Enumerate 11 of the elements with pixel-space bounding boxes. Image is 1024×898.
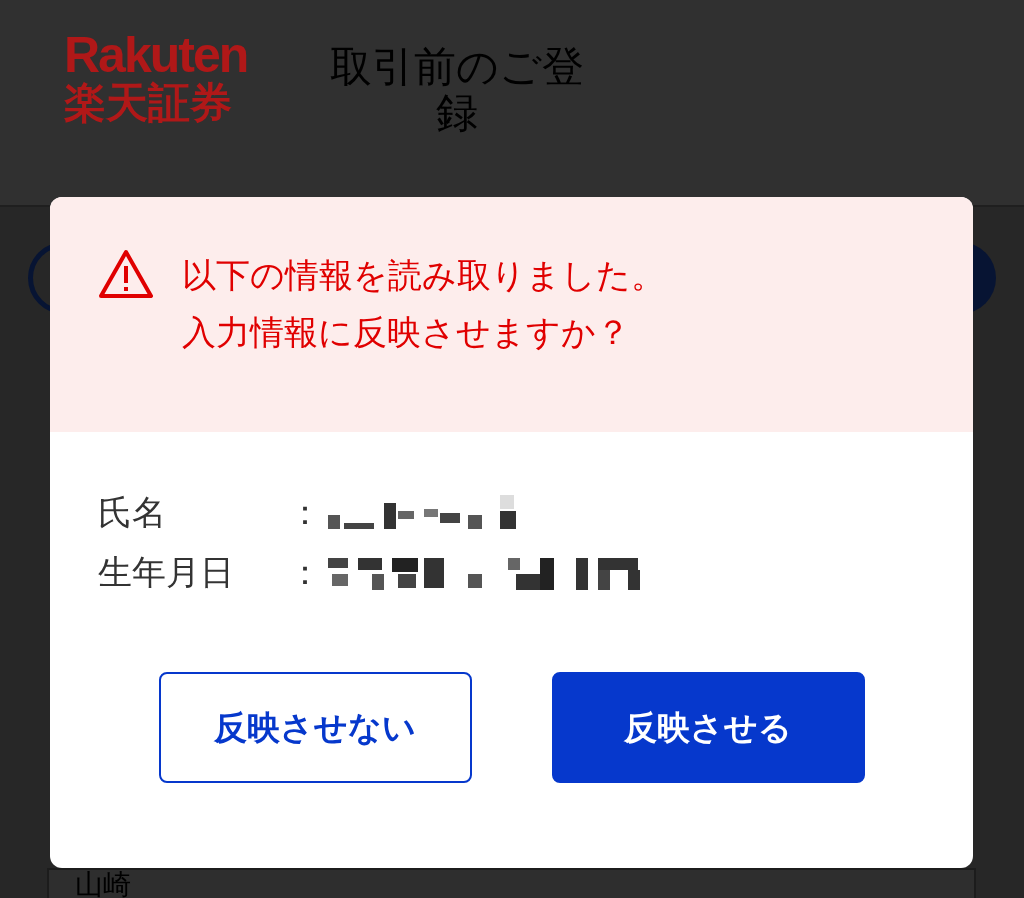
field-label: 生年月日 <box>98 550 235 594</box>
logo-name: 楽天証券 <box>64 80 233 127</box>
logo-wordmark: Rakuten <box>64 30 248 80</box>
field-label: 氏名 <box>98 490 167 534</box>
apply-button[interactable]: 反映させる <box>551 672 865 783</box>
alert-message: 入力情報に反映させますか？ <box>182 311 631 355</box>
alert-message: 以下の情報を読み取りました。 <box>182 254 665 297</box>
colon-separator: ： <box>288 490 323 534</box>
colon-separator: ： <box>288 550 323 594</box>
warning-icon <box>98 249 154 299</box>
cancel-button[interactable]: 反映させない <box>158 672 472 783</box>
